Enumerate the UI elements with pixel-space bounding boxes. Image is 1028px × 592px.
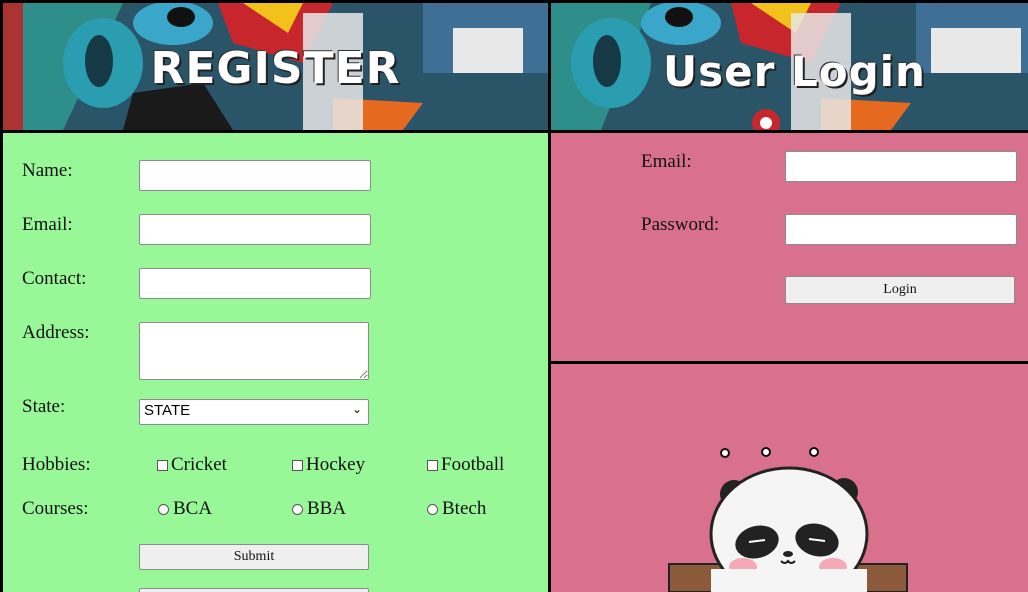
course-bba-option[interactable]: BBA [292, 498, 346, 520]
email-label: Email: [22, 214, 73, 235]
address-label: Address: [22, 322, 90, 343]
submit-button[interactable]: Submit [139, 544, 369, 570]
register-title: REGISTER [150, 43, 401, 94]
register-form: Name: Email: Contact: Address: State: ST… [3, 133, 548, 592]
courses-label: Courses: [22, 498, 89, 519]
login-password-input[interactable] [785, 214, 1017, 245]
course-label: BCA [173, 498, 213, 519]
state-label: State: [22, 396, 66, 417]
login-email-input[interactable] [785, 151, 1017, 182]
login-email-label: Email: [641, 151, 692, 172]
login-title: User Login [663, 47, 926, 96]
panda-illustration [668, 447, 908, 592]
login-banner: User Login [551, 3, 1028, 130]
course-bca-option[interactable]: BCA [158, 498, 212, 520]
login-password-label: Password: [641, 214, 720, 235]
radio-button[interactable] [158, 503, 169, 515]
radio-button[interactable] [427, 503, 438, 515]
chevron-down-icon: ⌄ [351, 402, 362, 416]
hobby-label: Football [441, 454, 505, 475]
course-label: BBA [307, 498, 347, 519]
course-btech-option[interactable]: Btech [427, 498, 486, 520]
hobby-hockey-option[interactable]: Hockey [292, 454, 365, 476]
contact-input[interactable] [139, 268, 371, 299]
checkbox[interactable] [427, 459, 438, 471]
hobbies-label: Hobbies: [22, 454, 91, 475]
login-button[interactable]: Login [785, 276, 1015, 304]
radio-button[interactable] [292, 503, 303, 515]
state-select-value: STATE [144, 402, 191, 419]
hobby-cricket-option[interactable]: Cricket [157, 454, 227, 476]
hobby-label: Hockey [306, 454, 366, 475]
contact-label: Contact: [22, 268, 87, 289]
address-textarea[interactable] [139, 322, 369, 380]
panda-illustration-panel [551, 364, 1028, 592]
email-input[interactable] [139, 214, 371, 245]
checkbox[interactable] [157, 459, 168, 471]
course-label: Btech [442, 498, 487, 519]
hobby-football-option[interactable]: Football [427, 454, 504, 476]
state-select[interactable]: STATE ⌄ [139, 399, 369, 425]
name-input[interactable] [139, 160, 371, 191]
register-banner: REGISTER [3, 3, 548, 130]
hobby-label: Cricket [171, 454, 227, 475]
login-form: Email: Password: Login [551, 133, 1028, 361]
name-label: Name: [22, 160, 73, 181]
checkbox[interactable] [292, 459, 303, 471]
secondary-button[interactable] [139, 588, 369, 592]
